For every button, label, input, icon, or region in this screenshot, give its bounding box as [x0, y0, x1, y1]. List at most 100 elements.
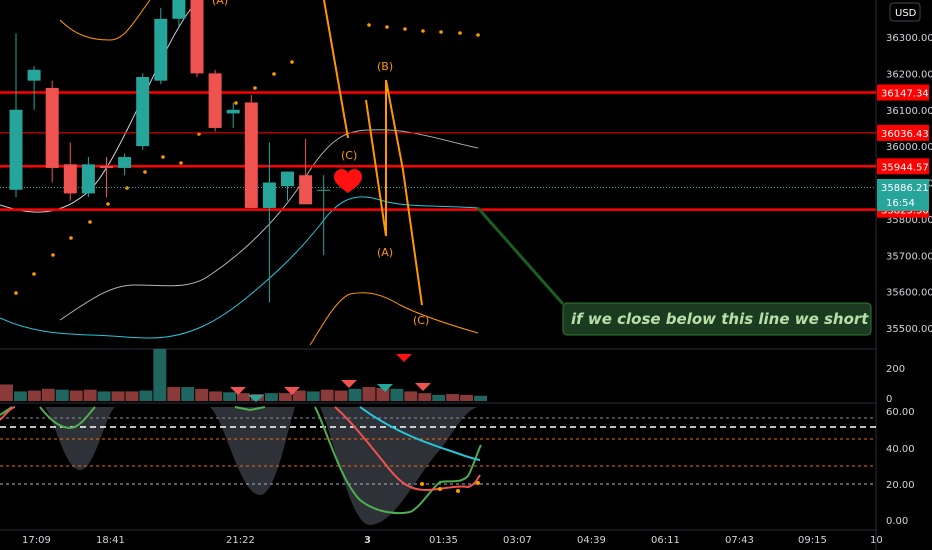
price-level-label: 36147.34 [881, 89, 929, 100]
wave-label-a-top: (A) [212, 0, 228, 7]
time-tick: 01:35 [429, 535, 458, 546]
volume-bar [306, 391, 320, 401]
time-tick: 10 [870, 535, 883, 546]
candle-body [208, 73, 222, 128]
time-tick: 18:41 [96, 535, 125, 546]
volume-bar [348, 388, 362, 401]
candle-body [27, 69, 41, 81]
volume-bar [139, 390, 153, 401]
sar-dot [272, 72, 276, 76]
volume-bar [320, 389, 334, 401]
price-level-label: 35944.57 [881, 162, 929, 173]
sar-dot [179, 161, 183, 165]
volume-bar [69, 390, 83, 401]
volume-bar [41, 388, 55, 401]
price-tick: 36300.00 [886, 33, 932, 44]
candle-body [317, 189, 331, 191]
volume-bar [167, 387, 181, 401]
sar-dot [403, 27, 407, 31]
osc-tick: 60.00 [886, 407, 915, 418]
sar-dot [88, 220, 92, 224]
time-tick: 21:22 [226, 535, 255, 546]
last-price-label: 35886.21 [881, 183, 929, 194]
sar-dot [385, 25, 389, 29]
candle-body [244, 102, 258, 208]
volume-bar [27, 390, 41, 401]
price-tick: 36200.00 [886, 69, 932, 80]
candle-body [154, 18, 168, 81]
sar-dot [476, 33, 480, 37]
volume-bar [418, 393, 432, 401]
volume-bar [334, 390, 348, 401]
candle-body [118, 157, 132, 168]
volume-bar [362, 387, 376, 401]
sar-dot [51, 253, 55, 257]
volume-bar [432, 394, 446, 401]
volume-tick: 0 [886, 394, 892, 405]
volume-bar [97, 391, 111, 401]
sar-dot [32, 272, 36, 276]
osc-tick: 20.00 [886, 480, 915, 491]
candle-body [136, 77, 150, 147]
countdown-label: 16:54 [886, 198, 915, 209]
candle-body [226, 109, 240, 114]
volume-tick: 200 [886, 364, 905, 375]
osc-tick: 40.00 [886, 444, 915, 455]
candle-body [81, 164, 95, 194]
candle-body [262, 182, 276, 208]
volume-bar [153, 348, 167, 401]
wave-label-a: (A) [377, 246, 393, 259]
osc-tick: 0.00 [886, 516, 908, 527]
sar-dot [290, 60, 294, 64]
volume-bar [209, 391, 223, 401]
volume-bar [237, 393, 250, 401]
volume-bar [55, 389, 69, 401]
volume-bar [83, 389, 97, 401]
sar-dot [14, 291, 18, 295]
sar-dot [161, 155, 165, 159]
price-tick: 35500.00 [886, 324, 932, 335]
sar-dot [439, 30, 443, 34]
price-tick: 35600.00 [886, 288, 932, 299]
sar-dot [458, 31, 462, 35]
time-tick: 04:39 [577, 535, 606, 546]
candle-body [172, 0, 186, 19]
volume-bar [223, 392, 237, 401]
candle-body [281, 171, 294, 187]
currency-label: USD [895, 8, 917, 19]
time-tick: 06:11 [651, 535, 680, 546]
volume-bar [111, 391, 125, 401]
volume-bar [195, 388, 209, 401]
volume-bar [125, 391, 139, 401]
btc-chart[interactable]: (C) (B) (A) (C) (A) if we close below th… [0, 0, 932, 550]
time-tick: 17:09 [22, 535, 51, 546]
volume-bar [181, 387, 195, 401]
candle-body [100, 166, 113, 168]
candle-body [299, 175, 313, 205]
wave-label-b: (B) [377, 60, 393, 73]
volume-bar [264, 393, 278, 401]
candle-body [9, 109, 23, 190]
sar-dot [367, 23, 371, 27]
volume-bar [0, 384, 13, 401]
wave-label-c-left: (C) [341, 149, 357, 162]
candle-body [63, 164, 77, 194]
volume-bar [404, 391, 418, 401]
sar-dot [106, 202, 110, 206]
price-tick: 36100.00 [886, 106, 932, 117]
sar-dot [253, 86, 257, 90]
price-level-label: 36036.43 [881, 129, 929, 140]
price-tick: 35700.00 [886, 251, 932, 262]
sar-dot [234, 101, 238, 105]
time-tick: 03:07 [503, 535, 532, 546]
price-tick: 36000.00 [886, 142, 932, 153]
sar-dot [143, 170, 147, 174]
volume-bar [446, 394, 460, 401]
candle-body [190, 0, 204, 74]
sar-dot [69, 236, 73, 240]
volume-bar [390, 388, 404, 401]
wave-label-c-right: (C) [413, 314, 429, 327]
time-tick: 3 [364, 535, 371, 546]
volume-bar [278, 393, 292, 401]
sar-dot [125, 186, 129, 190]
